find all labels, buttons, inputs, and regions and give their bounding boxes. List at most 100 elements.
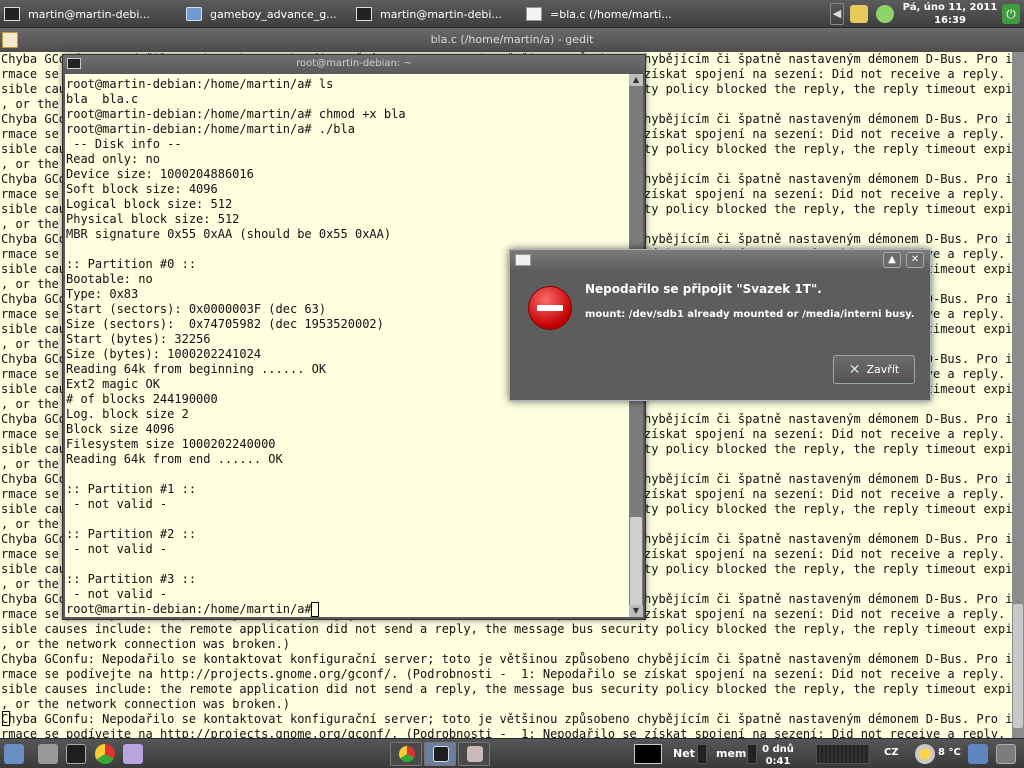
power-icon[interactable]: ⏻ — [1002, 4, 1020, 24]
close-icon: ✕ — [848, 361, 861, 378]
text-editor-icon — [526, 7, 542, 21]
net-graph[interactable] — [697, 744, 707, 764]
mount-error-dialog[interactable]: ▲ ✕ Nepodařilo se připojit "Svazek 1T". … — [509, 249, 931, 401]
user-icon[interactable] — [968, 744, 988, 764]
terminal-launcher-icon[interactable] — [66, 744, 86, 764]
gedit-line: , or the network connection was broken.) — [1, 637, 290, 651]
chevron-left-icon[interactable]: ◀ — [830, 3, 844, 25]
task-chrome[interactable] — [390, 742, 422, 766]
gedit-line: sible causes include: the remote applica… — [1, 682, 1012, 696]
gedit-titlebar[interactable]: bla.c (/home/martin/a) - gedit — [0, 28, 1024, 52]
text-editor-icon — [2, 32, 18, 48]
task-terminals[interactable] — [424, 742, 456, 766]
terminal-line: Physical block size: 512 — [66, 212, 240, 226]
terminal-line: Log. block size 2 — [66, 407, 189, 421]
terminal-line: - not valid - — [66, 587, 168, 601]
terminal-line: Soft block size: 4096 — [66, 182, 218, 196]
calculator-icon[interactable] — [38, 744, 58, 764]
terminal-line: :: Partition #2 :: — [66, 527, 197, 541]
terminal-scrollbar-thumb[interactable] — [630, 517, 642, 611]
taskbar-item-gedit[interactable]: =bla.c (/home/marti... — [522, 2, 688, 26]
cpu-graph[interactable] — [816, 744, 870, 764]
terminal-line: Ext2 magic OK — [66, 377, 160, 391]
network-status-icon[interactable] — [876, 5, 894, 23]
scroll-up-icon[interactable]: ▲ — [629, 74, 643, 86]
gedit-line: Chyba GConfu: Nepodařilo se kontaktovat … — [1, 712, 1012, 726]
task-label: gameboy_advance_g... — [210, 7, 337, 21]
uptime: 0 dnů 0:41 — [760, 744, 796, 768]
gedit-title: bla.c (/home/martin/a) - gedit — [430, 33, 594, 46]
taskbar-item-terminal-1[interactable]: martin@martin-debi... — [0, 2, 178, 26]
dialog-titlebar[interactable]: ▲ ✕ — [510, 250, 930, 270]
terminal-line: - not valid - — [66, 497, 168, 511]
mail-icon[interactable] — [850, 5, 868, 23]
terminal-line: Bootable: no — [66, 272, 153, 286]
terminal-line: root@martin-debian:/home/martin/a# — [66, 602, 319, 616]
text-cursor — [2, 711, 10, 726]
terminal-line: Reading 64k from end ...... OK — [66, 452, 283, 466]
terminal-icon — [356, 7, 372, 21]
task-label: martin@martin-debi... — [380, 7, 502, 21]
bottom-panel: Net mem 0 dnů 0:41 CZ 8 °C — [0, 738, 1024, 768]
top-panel: martin@martin-debi... gameboy_advance_g.… — [0, 0, 1024, 28]
terminal-line: Start (bytes): 32256 — [66, 332, 211, 346]
keyboard-layout[interactable]: CZ — [884, 747, 899, 758]
main-menu-icon[interactable] — [4, 744, 24, 764]
clock-time: 16:39 — [934, 15, 966, 26]
terminal-line: Block size 4096 — [66, 422, 175, 436]
uptime-days: 0 dnů — [762, 744, 794, 755]
weather-temp: 8 °C — [938, 747, 961, 758]
terminal-line: MBR signature 0x55 0xAA (should be 0x55 … — [66, 227, 392, 241]
terminal-title: root@martin-debian: ~ — [296, 58, 412, 69]
terminal-icon — [67, 58, 81, 69]
error-icon — [528, 286, 572, 330]
show-desktop-icon[interactable] — [996, 744, 1016, 764]
terminal-line: # of blocks 244190000 — [66, 392, 218, 406]
terminal-text: root@martin-debian:/home/martin/a# ls bla… — [66, 77, 406, 617]
chat-icon[interactable] — [123, 744, 143, 764]
gedit-line: Chyba GConfu: Nepodařilo se kontaktovat … — [1, 652, 1012, 666]
application-icon — [467, 746, 483, 762]
terminal-line: bla bla.c — [66, 92, 139, 106]
task-label: martin@martin-debi... — [28, 7, 150, 21]
clock[interactable]: Pá, úno 11, 2011 16:39 — [900, 1, 1000, 27]
terminal-line: Start (sectors): 0x0000003F (dec 63) — [66, 302, 327, 316]
terminal-line: Logical block size: 512 — [66, 197, 233, 211]
gedit-scrollbar-thumb[interactable] — [1013, 604, 1023, 728]
gedit-line: rmace se podívejte na http://projects.gn… — [1, 727, 1012, 738]
chrome-icon — [399, 746, 415, 762]
close-button-label: Zavřít — [866, 363, 900, 376]
close-icon[interactable]: ✕ — [906, 252, 924, 268]
dialog-title: Nepodařilo se připojit "Svazek 1T". — [585, 282, 822, 296]
terminal-line: root@martin-debian:/home/martin/a# ./bla — [66, 122, 355, 136]
task-utility[interactable] — [458, 742, 490, 766]
terminal-line: Read only: no — [66, 152, 160, 166]
terminal-line: :: Partition #1 :: — [66, 482, 197, 496]
window-menu-icon[interactable] — [515, 254, 531, 266]
chrome-icon[interactable] — [95, 744, 115, 764]
close-button[interactable]: ✕ Zavřít — [833, 355, 915, 384]
gedit-line: rmace se podívejte na http://projects.gn… — [1, 667, 1012, 681]
weather-icon[interactable] — [915, 744, 935, 764]
monitor-icon[interactable] — [634, 744, 662, 764]
terminal-line: :: Partition #3 :: — [66, 572, 197, 586]
taskbar-item-terminal-2[interactable]: martin@martin-debi... — [352, 2, 518, 26]
terminal-line: :: Partition #0 :: — [66, 257, 197, 271]
task-label: =bla.c (/home/marti... — [550, 7, 672, 21]
terminal-titlebar[interactable]: root@martin-debian: ~ — [63, 55, 645, 73]
terminal-line: Type: 0x83 — [66, 287, 139, 301]
mem-graph[interactable] — [747, 744, 757, 764]
terminal-icon — [4, 7, 20, 21]
terminal-line: Reading 64k from beginning ...... OK — [66, 362, 327, 376]
gedit-line: , or the network connection was broken.) — [1, 697, 290, 711]
maximize-icon[interactable]: ▲ — [883, 252, 901, 268]
mem-label: mem — [716, 747, 747, 760]
taskbar-item-folder[interactable]: gameboy_advance_g... — [182, 2, 348, 26]
clock-date: Pá, úno 11, 2011 — [902, 2, 998, 13]
gedit-line: sible causes include: the remote applica… — [1, 622, 1012, 636]
scroll-down-icon[interactable]: ▼ — [629, 605, 643, 617]
